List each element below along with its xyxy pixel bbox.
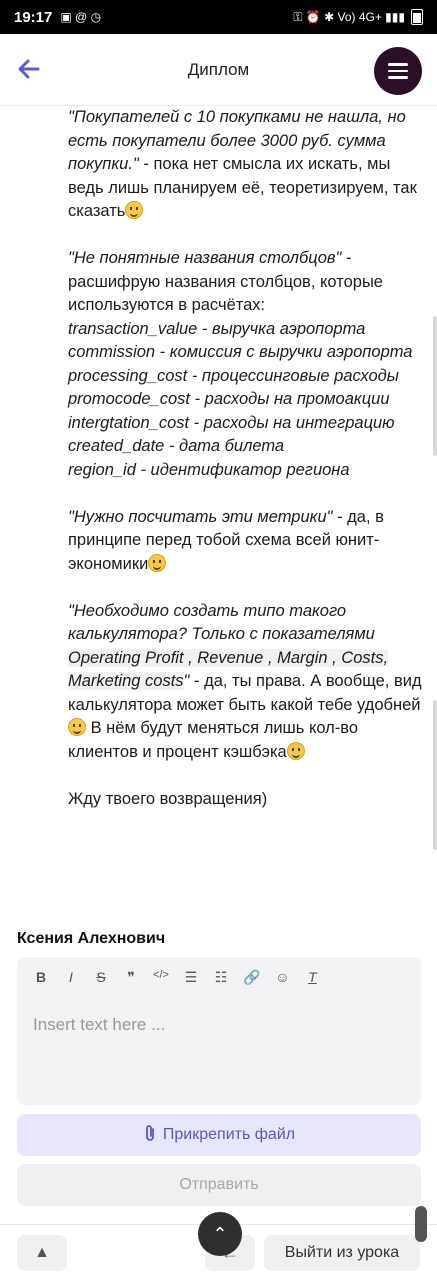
reply-editor[interactable]: B I S ❞ </> ☰ ☷ 🔗 ☺ T Insert text here .… <box>17 957 421 1105</box>
warning-icon: ▲ <box>34 1244 50 1261</box>
quote-text: "Необходимо создать типо такого калькуля… <box>68 601 375 644</box>
emoji-icon[interactable]: ☺ <box>274 969 290 986</box>
exit-lesson-button[interactable]: Выйти из урока <box>264 1235 420 1271</box>
code-icon[interactable]: </> <box>153 969 169 986</box>
quote-text: "Нужно посчитать эти метрики" <box>68 507 333 526</box>
message-body: "Покупателей с 10 покупками не нашла, но… <box>68 106 424 835</box>
app-header: Диплом <box>0 34 437 106</box>
italic-icon[interactable]: I <box>63 969 79 986</box>
sweat-smile-emoji-icon <box>125 201 144 219</box>
message-paragraph: "Нужно посчитать эти метрики" - да, в пр… <box>68 506 424 577</box>
column-definition: created_date - дата билета <box>68 437 285 455</box>
scroll-top-button[interactable]: ⌃ <box>198 1212 242 1256</box>
quote-icon[interactable]: ❞ <box>123 969 139 986</box>
editor-toolbar: B I S ❞ </> ☰ ☷ 🔗 ☺ T <box>33 969 320 986</box>
column-definition: promocode_cost - расходы на промоакции <box>68 390 390 408</box>
scroll-indicator <box>433 700 437 850</box>
smirk-emoji-icon <box>68 718 86 736</box>
hamburger-icon <box>388 63 408 66</box>
strikethrough-icon[interactable]: S <box>93 969 109 986</box>
status-time: 19:17 <box>14 8 53 26</box>
message-paragraph: "Покупателей с 10 покупками не нашла, но… <box>68 106 424 224</box>
link-icon[interactable]: 🔗 <box>243 969 260 986</box>
battery-icon <box>411 9 423 25</box>
status-right-icons: ⚿ ⏰ ✱ Vo) 4G+ ▮▮▮ <box>293 9 423 25</box>
chevron-up-icon: ⌃ <box>212 1223 228 1244</box>
message-paragraph: "Необходимо создать типо такого калькуля… <box>68 600 424 765</box>
reply-input-placeholder[interactable]: Insert text here ... <box>33 1015 165 1035</box>
hugging-emoji-icon <box>148 553 167 572</box>
exit-lesson-label: Выйти из урока <box>284 1244 400 1261</box>
report-button[interactable]: ▲ <box>17 1235 67 1271</box>
message-paragraph: Жду твоего возвращения) <box>68 789 268 808</box>
column-definition: commission - комиссия с выручки аэропорт… <box>68 343 413 361</box>
bullet-list-icon[interactable]: ☷ <box>213 969 229 986</box>
status-bar: 19:17 ▣ @ ◷ ⚿ ⏰ ✱ Vo) 4G+ ▮▮▮ <box>0 0 437 34</box>
bold-icon[interactable]: B <box>33 969 49 986</box>
smile-emoji-icon <box>286 741 305 760</box>
reply-author-name: Ксения Алехнович <box>17 930 166 947</box>
clear-format-icon[interactable]: T <box>304 969 320 986</box>
column-definition: processing_cost - процессинговые расходы <box>68 366 399 385</box>
column-definition: intergtation_cost - расходы на интеграци… <box>68 413 395 432</box>
message-paragraph: "Не понятные названия столбцов" - расшиф… <box>68 247 424 482</box>
ordered-list-icon[interactable]: ☰ <box>183 969 199 986</box>
attach-file-button[interactable]: Прикрепить файл <box>17 1114 421 1156</box>
attach-file-label: Прикрепить файл <box>162 1126 296 1143</box>
scroll-indicator <box>433 316 437 456</box>
status-signal-icons: ⚿ ⏰ ✱ Vo) 4G+ ▮▮▮ <box>293 9 405 24</box>
column-definition: region_id - идентификатор региона <box>68 460 350 479</box>
page-title: Диплом <box>187 60 250 79</box>
reply-text: В нём будут меняться лишь кол-во клиенто… <box>68 719 359 761</box>
menu-button[interactable] <box>374 47 422 95</box>
quote-text: "Не понятные названия столбцов" <box>68 249 342 267</box>
paperclip-icon <box>143 1124 157 1147</box>
send-label: Отправить <box>179 1176 259 1193</box>
column-definition: transaction_value - выручка аэропорта <box>68 319 366 338</box>
scroll-handle[interactable] <box>415 1206 427 1242</box>
status-left-icons: ▣ @ ◷ <box>60 10 102 24</box>
send-button[interactable]: Отправить <box>17 1164 421 1206</box>
